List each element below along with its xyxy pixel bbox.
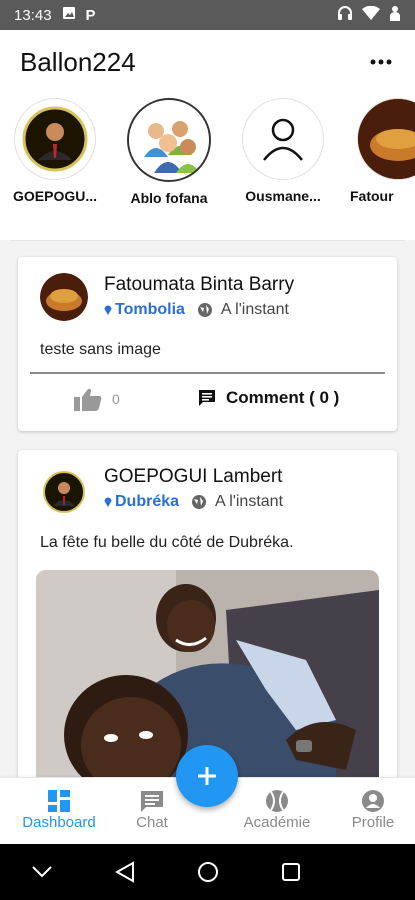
post-author[interactable]: GOEPOGUI Lambert [104, 466, 282, 488]
back-triangle-icon [114, 861, 134, 883]
status-time: 13:43 [14, 6, 52, 24]
public-globe-icon [192, 495, 207, 509]
home-button[interactable] [188, 852, 228, 892]
stories-row: GOEPOGU... Ablo fofana Ousmane... Fatour [0, 94, 415, 220]
headset-icon [337, 5, 353, 25]
post-meta: Dubréka A l'instant [104, 493, 283, 511]
image-notification-icon [62, 6, 76, 24]
divider [10, 240, 405, 241]
ball-icon [266, 790, 288, 812]
app-bar: Ballon224 [0, 30, 415, 94]
post-card: Fatoumata Binta Barry Tombolia A l'insta… [18, 257, 397, 431]
person-outline-icon [263, 118, 303, 161]
recents-button[interactable] [271, 852, 311, 892]
recents-square-icon [281, 863, 300, 881]
public-globe-icon [197, 303, 212, 317]
post-location: Dubréka [115, 493, 180, 510]
story-label: Ousmane... [245, 188, 321, 204]
collapse-button[interactable] [22, 852, 62, 892]
post-text: La fête fu belle du côté de Dubréka. [40, 534, 294, 551]
story-label: GOEPOGU... [12, 188, 97, 204]
comment-icon [199, 390, 215, 406]
author-avatar[interactable] [40, 468, 88, 516]
comment-label: Comment ( 0 ) [226, 388, 340, 407]
nav-label: Chat [136, 814, 168, 831]
story-label: Ablo fofana [130, 190, 208, 206]
chevron-down-icon [31, 866, 52, 878]
app-title: Ballon224 [20, 46, 136, 77]
chat-icon [141, 791, 163, 812]
like-button[interactable]: 0 [74, 387, 120, 411]
person-status-icon [389, 5, 401, 25]
comment-button[interactable]: Comment ( 0 ) [198, 388, 339, 408]
author-avatar[interactable] [40, 273, 88, 321]
post-text: teste sans image [40, 341, 161, 358]
post-time: A l'instant [215, 493, 284, 510]
nav-dashboard[interactable]: Dashboard [18, 788, 100, 831]
nav-label: Profile [351, 814, 395, 831]
home-circle-icon [197, 862, 218, 882]
story-avatar [14, 98, 96, 180]
story-label: Fatour [350, 188, 394, 204]
thumbs-up-icon [74, 388, 102, 411]
location-link[interactable]: Tombolia [104, 301, 185, 319]
story-item[interactable]: GOEPOGU... [7, 98, 103, 204]
post-author[interactable]: Fatoumata Binta Barry [104, 274, 294, 296]
more-horizontal-icon [370, 59, 392, 65]
post-card: GOEPOGUI Lambert Dubréka A l'instant La … [18, 450, 397, 790]
back-button[interactable] [105, 852, 145, 892]
story-avatar [357, 98, 415, 180]
nav-label: Académie [243, 814, 311, 831]
post-time: A l'instant [220, 301, 289, 318]
post-location: Tombolia [115, 301, 185, 318]
story-item[interactable]: Fatour [350, 98, 415, 204]
story-item[interactable]: Ablo fofana [121, 98, 217, 206]
add-post-button[interactable] [176, 745, 238, 807]
status-bar: 13:43 P [0, 0, 415, 30]
like-count: 0 [112, 391, 120, 407]
wifi-icon [362, 5, 380, 24]
location-pin-icon [104, 497, 112, 507]
nav-profile[interactable]: Profile [342, 788, 404, 831]
location-link[interactable]: Dubréka [104, 493, 179, 511]
post-separator [30, 372, 385, 374]
p-notification-icon: P [85, 6, 96, 24]
story-item[interactable]: Ousmane... [235, 98, 331, 204]
story-avatar [127, 98, 211, 182]
nav-academie[interactable]: Académie [237, 788, 317, 831]
system-navigation-bar [0, 844, 415, 900]
nav-chat[interactable]: Chat [122, 788, 182, 831]
plus-icon [198, 767, 216, 785]
nav-label: Dashboard [22, 814, 96, 831]
location-pin-icon [104, 305, 112, 315]
post-meta: Tombolia A l'instant [104, 301, 289, 319]
dashboard-icon [48, 790, 70, 812]
more-options-button[interactable] [367, 48, 395, 76]
story-avatar [242, 98, 324, 180]
person-icon [362, 790, 384, 812]
